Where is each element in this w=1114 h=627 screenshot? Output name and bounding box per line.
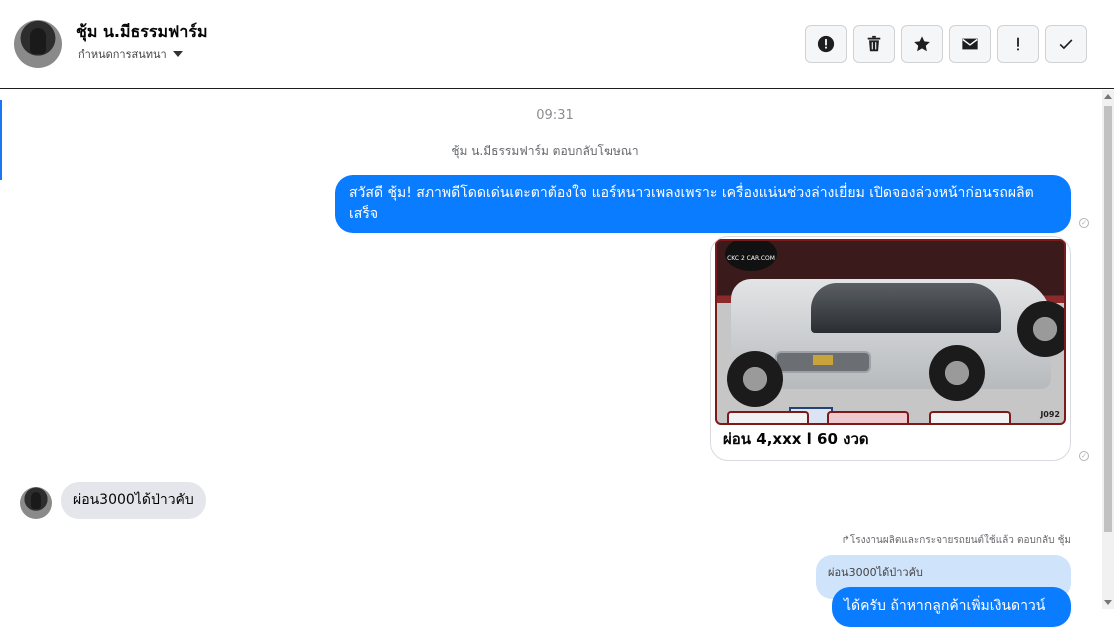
incoming-message-bubble[interactable]: ผ่อน3000ได้ป่าวคับ (61, 482, 206, 519)
outgoing-message-bubble-2[interactable]: ได้ครับ ถ้าหากลูกค้าเพิ่มเงินดาวน์ (832, 587, 1071, 627)
car-wheel-middle (929, 345, 985, 401)
ad-card[interactable]: CKC 2 CAR.COM J092 ผ่อน 4,xxx l 60 งวด (710, 236, 1071, 461)
alert-circle-icon (817, 35, 835, 53)
car-cab-shape (811, 283, 1001, 333)
star-button[interactable] (901, 25, 943, 63)
scroll-down-icon[interactable] (1104, 600, 1112, 605)
exclamation-icon (1017, 37, 1019, 51)
car-wheel-rear (1017, 301, 1064, 357)
reply-note-text: โรงงานผลิตและกระจายรถยนต์ใช้แล้ว ตอบกลับ… (849, 535, 1071, 546)
seen-check-icon: ✓ (1079, 218, 1089, 228)
thumbnail (827, 411, 909, 423)
ad-reply-note: ชุ้ม น.มีธรรมฟาร์ม ตอบกลับโฆษณา (451, 144, 639, 158)
caret-down-icon (172, 51, 183, 57)
follow-up-button[interactable] (997, 25, 1039, 63)
reply-context-note: ↱โรงงานผลิตและกระจายรถยนต์ใช้แล้ว ตอบกลั… (842, 533, 1072, 548)
done-button[interactable] (1045, 25, 1087, 63)
watermark-text: CKC 2 CAR.COM (727, 255, 775, 262)
watermark-logo: CKC 2 CAR.COM (725, 241, 777, 271)
delete-button[interactable] (853, 25, 895, 63)
thumbnail (929, 411, 1011, 423)
conversation-header: ชุ้ม น.มีธรรมฟาร์ม กำหนดการสนทนา (0, 0, 1114, 89)
outgoing-message-bubble[interactable]: สวัสดี ชุ้ม! สภาพดีโดดเด่นเตะตาต้องใจ แอ… (335, 175, 1071, 233)
contact-name[interactable]: ชุ้ม น.มีธรรมฟาร์ม (76, 20, 208, 45)
car-wheel-front (727, 351, 783, 407)
contact-avatar[interactable] (14, 20, 62, 68)
reply-arrow-icon: ↱ (841, 535, 850, 546)
assign-label: กำหนดการสนทนา (78, 48, 167, 61)
check-icon (1059, 39, 1073, 50)
car-photo[interactable]: CKC 2 CAR.COM J092 (715, 239, 1066, 425)
sender-avatar[interactable] (20, 487, 52, 519)
star-icon (914, 36, 930, 52)
assign-conversation-dropdown[interactable]: กำหนดการสนทนา (78, 45, 183, 63)
ad-card-caption: ผ่อน 4,xxx l 60 งวด (723, 430, 869, 448)
photo-thumbnail-strip (727, 411, 1057, 423)
message-timestamp: 09:31 (536, 108, 574, 123)
scroll-thumb[interactable] (1104, 106, 1112, 532)
mark-unread-button[interactable] (949, 25, 991, 63)
photo-code: J092 (1040, 410, 1060, 419)
envelope-icon (962, 38, 978, 50)
car-emblem-shape (813, 355, 833, 365)
thumbnail (727, 411, 809, 423)
scroll-up-icon[interactable] (1104, 94, 1112, 99)
message-scrollbar[interactable] (1102, 90, 1114, 609)
spam-button[interactable] (805, 25, 847, 63)
trash-icon (867, 35, 881, 52)
seen-check-icon: ✓ (1079, 451, 1089, 461)
